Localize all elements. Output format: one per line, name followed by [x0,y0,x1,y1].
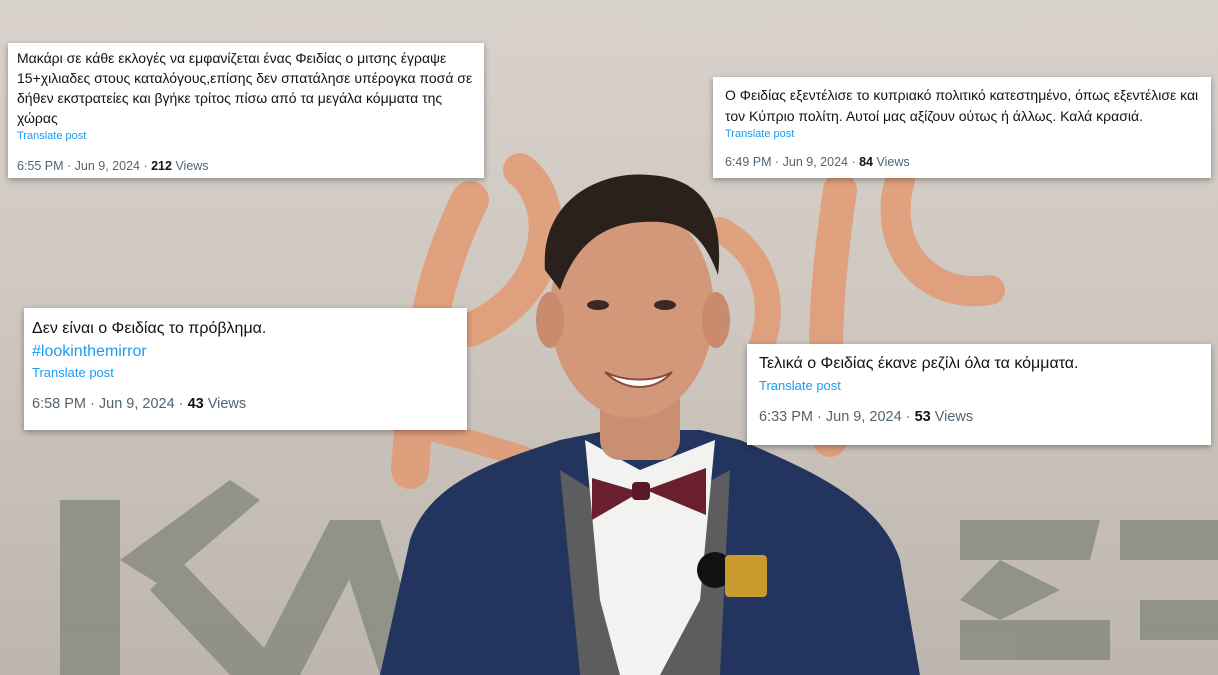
translate-post-link[interactable]: Translate post [17,130,475,142]
tweet-card: Μακάρι σε κάθε εκλογές να εμφανίζεται έν… [8,43,484,178]
views-count: 84 [859,155,874,169]
tweet-card: Ο Φειδίας εξεντέλισε το κυπριακό πολιτικ… [713,77,1211,178]
views-count: 53 [914,409,931,425]
views-label: Views [873,155,910,169]
views-count: 43 [187,396,204,412]
views-label: Views [171,159,209,173]
views-label: Views [203,396,247,412]
tweet-text: Δεν είναι ο Φειδίας το πρόβλημα. [32,320,267,337]
tweet-meta: 6:55 PM · Jun 9, 2024 · 212 Views [17,159,475,173]
translate-post-link[interactable]: Translate post [759,378,1199,393]
tweet-meta: 6:49 PM · Jun 9, 2024 · 84 Views [725,155,1199,169]
tweet-card: Δεν είναι ο Φειδίας το πρόβλημα. #lookin… [24,308,467,430]
tweet-text: Τελικά ο Φειδίας έκανε ρεζίλι όλα τα κόμ… [759,355,1079,372]
views-label: Views [930,409,974,425]
tweet-text: Μακάρι σε κάθε εκλογές να εμφανίζεται έν… [17,50,473,126]
views-count: 212 [151,159,172,173]
hashtag-link[interactable]: #lookinthemirror [32,340,459,363]
tweet-timestamp: 6:55 PM · Jun 9, 2024 · [17,159,152,173]
tweet-timestamp: 6:58 PM · Jun 9, 2024 · [32,396,188,412]
tweet-card: Τελικά ο Φειδίας έκανε ρεζίλι όλα τα κόμ… [747,344,1211,445]
translate-post-link[interactable]: Translate post [725,128,1199,140]
tweet-timestamp: 6:49 PM · Jun 9, 2024 · [725,155,860,169]
tweet-text: Ο Φειδίας εξεντέλισε το κυπριακό πολιτικ… [725,87,1199,124]
tweet-meta: 6:58 PM · Jun 9, 2024 · 43 Views [32,396,459,412]
tweet-meta: 6:33 PM · Jun 9, 2024 · 53 Views [759,409,1199,425]
tweet-timestamp: 6:33 PM · Jun 9, 2024 · [759,409,915,425]
translate-post-link[interactable]: Translate post [32,365,459,380]
